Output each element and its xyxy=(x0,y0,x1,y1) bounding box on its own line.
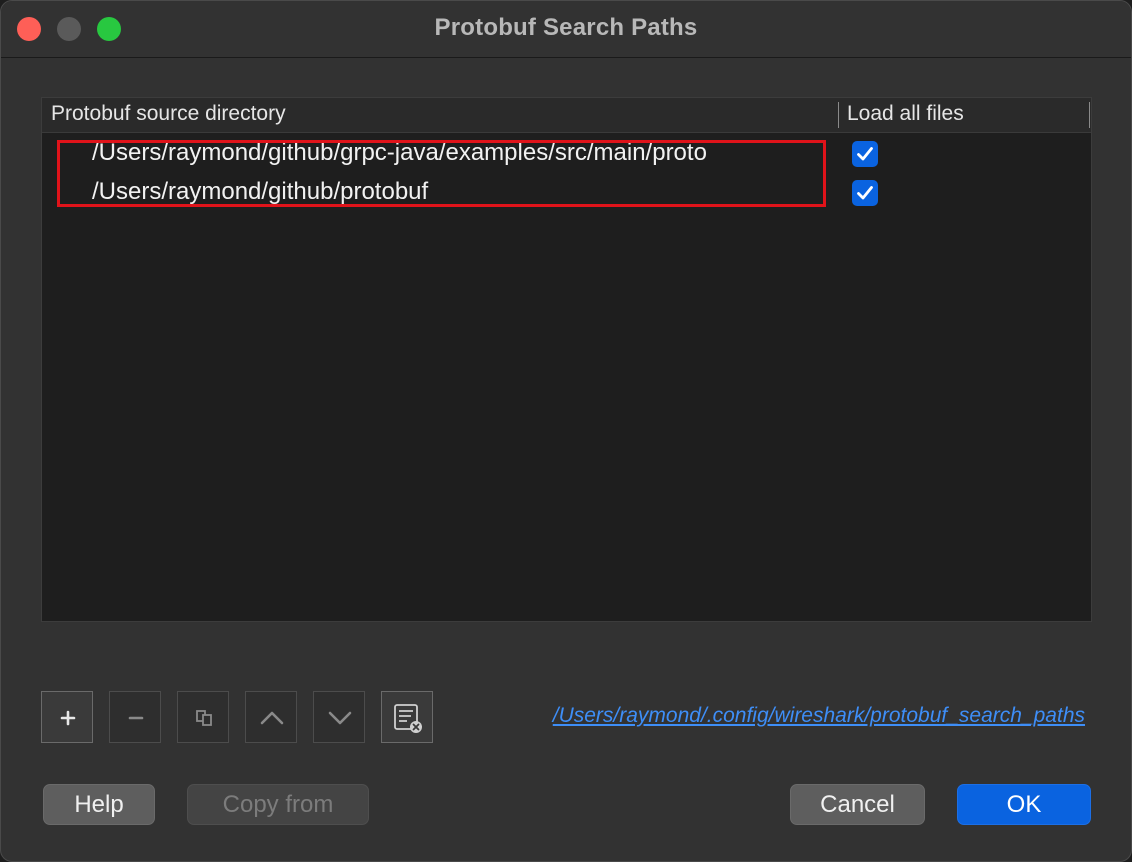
column-divider[interactable] xyxy=(838,102,839,128)
chevron-down-icon xyxy=(328,711,352,725)
table-row[interactable]: /Users/raymond/github/grpc-java/examples… xyxy=(42,134,1091,173)
checkmark-icon xyxy=(857,186,873,200)
add-path-button[interactable] xyxy=(41,691,93,743)
load-all-files-checkbox[interactable] xyxy=(852,141,878,167)
column-header-source-directory[interactable]: Protobuf source directory xyxy=(51,102,286,126)
move-up-button[interactable] xyxy=(245,691,297,743)
cancel-button[interactable]: Cancel xyxy=(790,784,925,825)
search-paths-table[interactable]: Protobuf source directory Load all files… xyxy=(41,97,1092,622)
copy-icon xyxy=(196,710,212,726)
clear-list-icon xyxy=(394,704,422,733)
minus-icon xyxy=(128,716,144,720)
plus-icon xyxy=(60,710,76,726)
column-header-load-all-files[interactable]: Load all files xyxy=(847,102,964,126)
remove-path-button[interactable] xyxy=(109,691,161,743)
column-divider[interactable] xyxy=(1089,102,1090,128)
help-button[interactable]: Help xyxy=(43,784,155,825)
source-directory-cell[interactable]: /Users/raymond/github/grpc-java/examples… xyxy=(92,139,707,167)
clear-list-button[interactable] xyxy=(381,691,433,743)
copy-path-button[interactable] xyxy=(177,691,229,743)
source-directory-cell[interactable]: /Users/raymond/github/protobuf xyxy=(92,178,428,206)
table-row[interactable]: /Users/raymond/github/protobuf xyxy=(42,173,1091,212)
config-file-path-link[interactable]: /Users/raymond/.config/wireshark/protobu… xyxy=(553,704,1085,728)
load-all-files-checkbox[interactable] xyxy=(852,180,878,206)
table-header: Protobuf source directory Load all files xyxy=(42,98,1091,133)
checkmark-icon xyxy=(857,147,873,161)
window-title: Protobuf Search Paths xyxy=(434,14,698,41)
chevron-up-icon xyxy=(260,711,284,725)
protobuf-search-paths-dialog: Protobuf Search Paths Protobuf source di… xyxy=(0,0,1132,862)
move-down-button[interactable] xyxy=(313,691,365,743)
title-bar: Protobuf Search Paths xyxy=(1,1,1131,58)
ok-button[interactable]: OK xyxy=(957,784,1091,825)
copy-from-button[interactable]: Copy from xyxy=(187,784,369,825)
